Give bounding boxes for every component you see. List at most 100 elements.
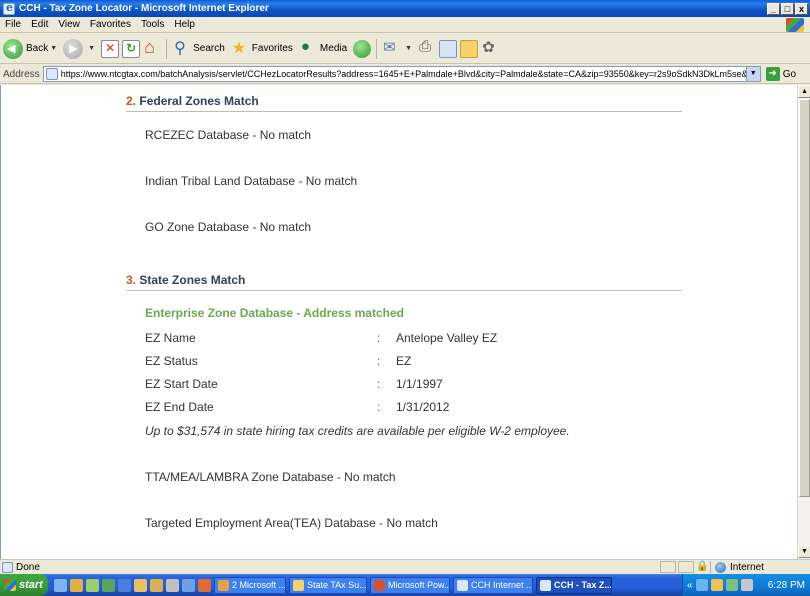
menu-edit[interactable]: Edit <box>26 19 53 30</box>
media-button[interactable]: Media <box>299 38 348 58</box>
ez-end-date-label: EZ End Date <box>145 400 214 414</box>
folder-icon[interactable] <box>460 39 479 58</box>
menu-bar: File Edit View Favorites Tools Help <box>0 17 810 33</box>
security-icon[interactable] <box>710 579 723 591</box>
ez-status-value: EZ <box>396 354 412 368</box>
system-tray: « 6:28 PM <box>682 574 810 596</box>
close-button[interactable]: x <box>795 2 808 15</box>
media-icon <box>299 38 317 58</box>
favorites-star-icon <box>231 38 249 58</box>
media-player-icon[interactable] <box>70 578 83 592</box>
outlook-icon[interactable] <box>86 578 99 592</box>
taskbar-button-cch-tax-zone[interactable]: CCH - Tax Z... <box>536 576 612 594</box>
taskbar-button-state-tax[interactable]: State TAx Su... <box>289 576 367 594</box>
windows-flag-icon <box>4 579 16 591</box>
volume-icon[interactable] <box>740 579 753 591</box>
menu-file[interactable]: File <box>0 19 26 30</box>
edit-icon[interactable] <box>439 39 458 58</box>
menu-help[interactable]: Help <box>169 19 200 30</box>
print-icon[interactable] <box>418 38 436 58</box>
state-section-heading: 3. State Zones Match <box>126 273 245 287</box>
settings-icon[interactable] <box>166 578 179 592</box>
excel-icon[interactable] <box>102 578 115 592</box>
section-divider <box>126 111 682 112</box>
ez-name-value: Antelope Valley EZ <box>396 331 498 345</box>
mail-dropdown-icon[interactable]: ▼ <box>405 45 412 52</box>
go-zone-result: GO Zone Database - No match <box>145 220 312 234</box>
tea-result: Targeted Employment Area(TEA) Database -… <box>145 516 438 530</box>
scroll-thumb[interactable] <box>799 99 810 497</box>
app-quicklaunch-icon[interactable] <box>182 578 195 592</box>
back-dropdown-icon[interactable]: ▼ <box>50 45 57 52</box>
start-button[interactable]: start <box>0 574 48 596</box>
section-number: 3. <box>126 273 137 287</box>
refresh-icon[interactable] <box>122 39 141 58</box>
taskbar-button-cch-internet[interactable]: CCH Internet ... <box>453 576 533 594</box>
zone-label: Internet <box>730 561 764 573</box>
status-pane <box>660 561 676 573</box>
menu-view[interactable]: View <box>53 19 85 30</box>
maximize-button[interactable]: □ <box>781 2 794 15</box>
ez-name-colon: : <box>377 331 381 345</box>
scroll-up-icon[interactable]: ▲ <box>798 85 810 98</box>
minimize-button[interactable]: _ <box>767 2 780 15</box>
back-label: Back <box>26 43 49 54</box>
ie-icon <box>457 579 468 591</box>
ez-status-colon: : <box>377 354 381 368</box>
back-button[interactable]: Back ▼ <box>3 38 57 59</box>
window-controls: _ □ x <box>767 2 808 15</box>
lock-icon[interactable]: 🔒 <box>696 561 708 573</box>
start-label: start <box>19 579 43 591</box>
home-icon[interactable] <box>143 37 161 58</box>
media-label: Media <box>319 43 348 54</box>
section-divider <box>126 290 682 291</box>
taskbar-button-powerpoint[interactable]: Microsoft Pow... <box>370 576 450 594</box>
address-input[interactable]: https://www.ntcgtax.com/batchAnalysis/se… <box>42 66 761 82</box>
word-icon[interactable] <box>118 578 131 592</box>
clock[interactable]: 6:28 PM <box>768 580 805 591</box>
ez-start-date-value: 1/1/1997 <box>396 377 443 391</box>
search-tray-icon[interactable] <box>725 579 738 591</box>
ez-end-date-colon: : <box>377 400 381 414</box>
window-title: CCH - Tax Zone Locator - Microsoft Inter… <box>19 3 269 14</box>
back-arrow-icon <box>3 38 23 59</box>
tribal-land-result: Indian Tribal Land Database - No match <box>145 174 358 188</box>
taskbar-button-office[interactable]: 2 Microsoft ... <box>214 576 286 594</box>
toolbar-separator <box>166 38 168 59</box>
messenger-icon[interactable] <box>481 38 499 58</box>
address-url[interactable]: https://www.ntcgtax.com/batchAnalysis/se… <box>61 69 760 79</box>
address-dropdown-icon[interactable]: ▼ <box>745 67 760 81</box>
menu-favorites[interactable]: Favorites <box>85 19 136 30</box>
go-button[interactable]: ➜ Go <box>765 67 797 81</box>
tta-mea-lambra-result: TTA/MEA/LAMBRA Zone Database - No match <box>145 470 396 484</box>
go-label: Go <box>782 68 797 80</box>
tray-expand-icon[interactable]: « <box>687 580 693 591</box>
history-icon[interactable] <box>353 39 372 58</box>
scroll-down-icon[interactable]: ▼ <box>798 545 810 558</box>
ez-start-date-label: EZ Start Date <box>145 377 218 391</box>
forward-button[interactable]: ▼ <box>63 38 95 59</box>
security-zone[interactable]: Internet <box>710 561 810 573</box>
forward-dropdown-icon[interactable]: ▼ <box>88 45 95 52</box>
ie-icon[interactable] <box>3 1 15 15</box>
stop-icon[interactable] <box>101 39 120 58</box>
menu-tools[interactable]: Tools <box>136 19 169 30</box>
folder-quicklaunch-icon[interactable] <box>150 578 163 592</box>
enterprise-zone-title: Enterprise Zone Database - Address match… <box>145 306 404 320</box>
search-button[interactable]: Search <box>172 38 225 58</box>
mail-icon <box>382 38 400 58</box>
explorer-icon[interactable] <box>134 578 147 592</box>
ie-quicklaunch-icon[interactable] <box>54 578 67 592</box>
favorites-button[interactable]: Favorites <box>231 38 293 58</box>
taskbar-button-label: CCH Internet ... <box>471 580 533 590</box>
ez-end-date-value: 1/31/2012 <box>396 400 450 414</box>
toolbar-separator <box>376 38 378 59</box>
taskbar-button-label: Microsoft Pow... <box>388 580 450 590</box>
mail-button[interactable]: ▼ <box>382 38 412 58</box>
powerpoint-quicklaunch-icon[interactable] <box>198 578 211 592</box>
network-icon[interactable] <box>695 579 708 591</box>
office-icon <box>218 579 229 591</box>
powerpoint-icon <box>374 579 385 591</box>
page-icon <box>45 68 58 80</box>
vertical-scrollbar[interactable]: ▲ ▼ <box>797 85 810 559</box>
